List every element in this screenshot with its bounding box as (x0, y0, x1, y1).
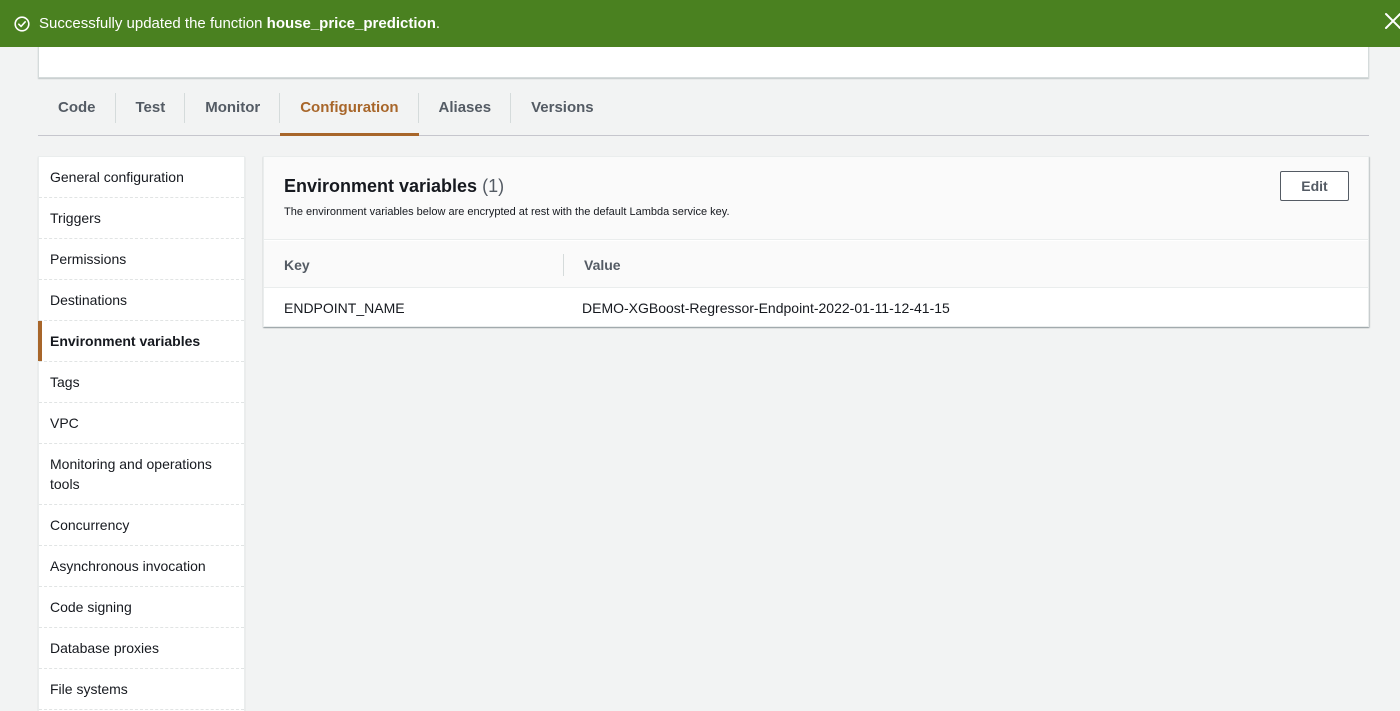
sidenav-item-label: Triggers (50, 210, 101, 226)
tab-code[interactable]: Code (38, 80, 116, 135)
sidenav-item-label: Asynchronous invocation (50, 558, 206, 574)
tab-versions[interactable]: Versions (511, 80, 614, 135)
success-flash-banner: Successfully updated the function house_… (0, 0, 1400, 47)
active-item-indicator (38, 321, 42, 361)
flash-message: Successfully updated the function house_… (39, 15, 440, 32)
environment-variables-panel: Environment variables (1) The environmen… (263, 156, 1369, 327)
flash-message-suffix: . (435, 15, 441, 32)
sidenav-item-label: Tags (50, 374, 80, 390)
configuration-sidenav: General configuration Triggers Permissio… (38, 156, 245, 711)
sidenav-item-label: General configuration (50, 169, 184, 185)
sidenav-item-label: Permissions (50, 251, 127, 267)
sidenav-item-general-configuration[interactable]: General configuration (39, 157, 244, 198)
sidenav-item-label: File systems (50, 681, 128, 697)
env-var-key: ENDPOINT_NAME (284, 300, 405, 316)
tab-label: Versions (531, 99, 594, 116)
sidenav-item-file-systems[interactable]: File systems (39, 669, 244, 710)
sidenav-item-asynchronous-invocation[interactable]: Asynchronous invocation (39, 546, 244, 587)
sidenav-item-label: Destinations (50, 292, 128, 308)
sidenav-item-label: VPC (50, 415, 79, 431)
flash-function-name: house_price_prediction (266, 15, 436, 32)
sidenav-item-permissions[interactable]: Permissions (39, 239, 244, 280)
sidenav-item-environment-variables[interactable]: Environment variables (38, 321, 244, 362)
function-tabs: Code Test Monitor Configuration Aliases … (38, 80, 1369, 136)
tab-monitor[interactable]: Monitor (185, 80, 281, 135)
panel-title-text: Environment variables (284, 176, 478, 196)
sidenav-item-label: Environment variables (50, 333, 201, 349)
panel-title: Environment variables (1) (284, 176, 504, 197)
sidenav-item-monitoring-and-operations-tools[interactable]: Monitoring and operations tools (39, 444, 244, 505)
table-header: Key Value (264, 241, 1368, 288)
flash-message-prefix: Successfully updated the function (39, 15, 267, 32)
env-var-value: DEMO-XGBoost-Regressor-Endpoint-2022-01-… (582, 300, 950, 316)
tab-aliases[interactable]: Aliases (419, 80, 512, 135)
column-header-value: Value (584, 257, 621, 273)
success-check-icon (14, 15, 30, 32)
tab-label: Monitor (205, 99, 261, 116)
tab-label: Aliases (438, 99, 492, 116)
sidenav-item-vpc[interactable]: VPC (39, 403, 244, 444)
sidenav-item-triggers[interactable]: Triggers (39, 198, 244, 239)
panel-description: The environment variables below are encr… (284, 206, 730, 218)
column-divider (563, 254, 564, 276)
panel-item-count: (1) (482, 176, 505, 196)
sidenav-item-destinations[interactable]: Destinations (39, 280, 244, 321)
tab-configuration[interactable]: Configuration (280, 80, 419, 136)
sidenav-item-label: Concurrency (50, 517, 130, 533)
tab-test[interactable]: Test (116, 80, 186, 135)
sidenav-item-tags[interactable]: Tags (39, 362, 244, 403)
active-tab-underline (280, 133, 419, 136)
tab-label: Code (58, 99, 96, 116)
tab-label: Test (135, 99, 166, 116)
sidenav-item-database-proxies[interactable]: Database proxies (39, 628, 244, 669)
table-row: ENDPOINT_NAME DEMO-XGBoost-Regressor-End… (264, 289, 1368, 327)
tab-label: Configuration (300, 99, 399, 116)
column-header-key: Key (284, 257, 310, 273)
sidenav-item-code-signing[interactable]: Code signing (39, 587, 244, 628)
sidenav-item-concurrency[interactable]: Concurrency (39, 505, 244, 546)
panel-header: Environment variables (1) The environmen… (264, 157, 1368, 240)
sidenav-item-label: Monitoring and operations tools (50, 456, 212, 492)
sidenav-item-label: Code signing (50, 599, 132, 615)
dismiss-close-icon[interactable] (1382, 10, 1400, 34)
edit-button[interactable]: Edit (1280, 171, 1349, 201)
sidenav-item-label: Database proxies (50, 640, 159, 656)
